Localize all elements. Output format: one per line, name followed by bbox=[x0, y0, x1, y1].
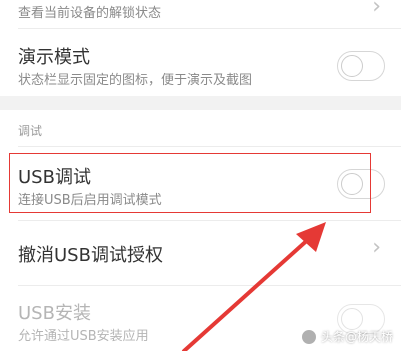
annotation-arrow-icon bbox=[182, 222, 326, 351]
watermark-text: 头条@杨天桥 bbox=[320, 330, 393, 344]
watermark-logo-icon bbox=[300, 328, 317, 345]
watermark: 头条@杨天桥 bbox=[300, 328, 393, 345]
